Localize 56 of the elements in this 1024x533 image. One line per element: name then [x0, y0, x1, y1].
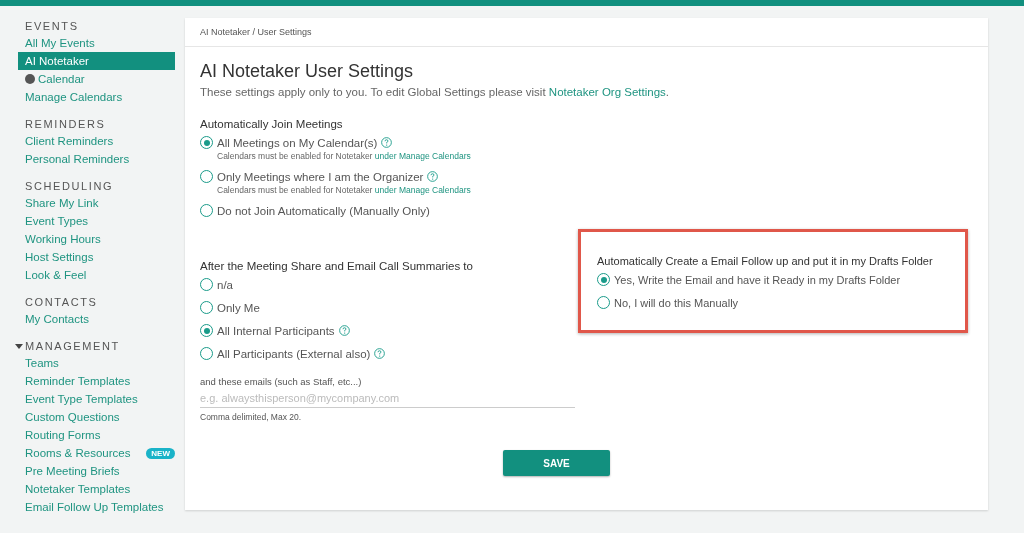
help-icon[interactable] — [381, 137, 393, 148]
option-label: Only Me — [217, 301, 260, 314]
sidebar-item[interactable]: Reminder Templates — [18, 372, 175, 390]
sidebar-item[interactable]: Custom Questions — [18, 408, 175, 426]
section-heading: CONTACTS — [25, 296, 98, 308]
sidebar-item[interactable]: Event Type Templates — [18, 390, 175, 408]
option-note: Calendars must be enabled for Notetaker under Manage Calendars — [217, 185, 472, 195]
option-label: All Meetings on My Calendar(s) — [217, 136, 378, 149]
section-heading: After the Meeting Share and Email Call Summaries to — [200, 260, 474, 272]
field-hint: Comma delimited, Max 20. — [200, 412, 303, 422]
sidebar-item[interactable]: Look & Feel — [18, 266, 175, 284]
sidebar-item[interactable]: Rooms & Resources — [18, 444, 149, 462]
sidebar-item[interactable]: Event Types — [18, 212, 175, 230]
caret-icon[interactable] — [15, 342, 23, 350]
section-heading: EVENTS — [25, 20, 79, 32]
subtitle: These settings apply only to you. To edit Global Settings please visit Notetaker Org Settings. — [200, 86, 670, 98]
section-heading: MANAGEMENT — [25, 340, 120, 352]
option-label: All Internal Participants — [217, 324, 335, 337]
option-label: All Participants (External also) — [217, 347, 371, 360]
page-title: AI Notetaker User Settings — [200, 61, 415, 82]
section-heading: SCHEDULING — [25, 180, 114, 192]
help-icon[interactable] — [427, 171, 439, 182]
option-label: Only Meetings where I am the Organizer — [217, 170, 424, 183]
option-label: Yes, Write the Email and have it Ready in my Drafts Folder — [614, 273, 901, 286]
sidebar-item[interactable]: Host Settings — [18, 248, 175, 266]
sidebar-item[interactable]: Client Reminders — [18, 132, 175, 150]
option-note: Calendars must be enabled for Notetaker under Manage Calendars — [217, 151, 472, 161]
manage-calendars-link[interactable]: under Manage Calendars — [374, 151, 471, 161]
sidebar-item[interactable]: Manage Calendars — [18, 88, 175, 106]
section-heading: REMINDERS — [25, 118, 106, 130]
help-icon[interactable] — [374, 348, 386, 359]
new-badge: NEW — [146, 447, 175, 459]
option-label: n/a — [217, 278, 233, 291]
sidebar-item[interactable]: Working Hours — [18, 230, 175, 248]
sidebar-item[interactable]: Notetaker Templates — [18, 480, 175, 498]
sidebar-item[interactable]: Email Follow Up Templates — [18, 498, 175, 516]
sidebar-item[interactable]: My Contacts — [18, 310, 175, 328]
sidebar-item[interactable]: Routing Forms — [18, 426, 175, 444]
circle-icon — [25, 74, 35, 84]
help-icon[interactable] — [338, 325, 350, 336]
breadcrumb: AI Notetaker / User Settings — [200, 27, 312, 37]
option-label: No, I will do this Manually — [614, 296, 739, 309]
org-settings-link[interactable]: Notetaker Org Settings — [548, 86, 666, 98]
sidebar-item[interactable]: Personal Reminders — [18, 150, 175, 168]
section-heading: Automatically Join Meetings — [200, 118, 344, 130]
field-label: and these emails (such as Staff, etc...) — [200, 376, 363, 387]
sidebar-item[interactable]: AI Notetaker — [18, 52, 175, 70]
section-heading: Automatically Create a Email Follow up and put it in my Drafts Folder — [597, 255, 934, 267]
sidebar-item[interactable]: Share My Link — [18, 194, 175, 212]
sidebar-item[interactable]: All My Events — [18, 34, 175, 52]
sidebar-item[interactable]: Teams — [18, 354, 175, 372]
manage-calendars-link[interactable]: under Manage Calendars — [374, 185, 471, 195]
sidebar-item[interactable]: Calendar — [18, 70, 175, 88]
sidebar-item[interactable]: Pre Meeting Briefs — [18, 462, 175, 480]
save-button[interactable]: SAVE — [503, 450, 610, 476]
option-label: Do not Join Automatically (Manually Only) — [217, 204, 430, 217]
